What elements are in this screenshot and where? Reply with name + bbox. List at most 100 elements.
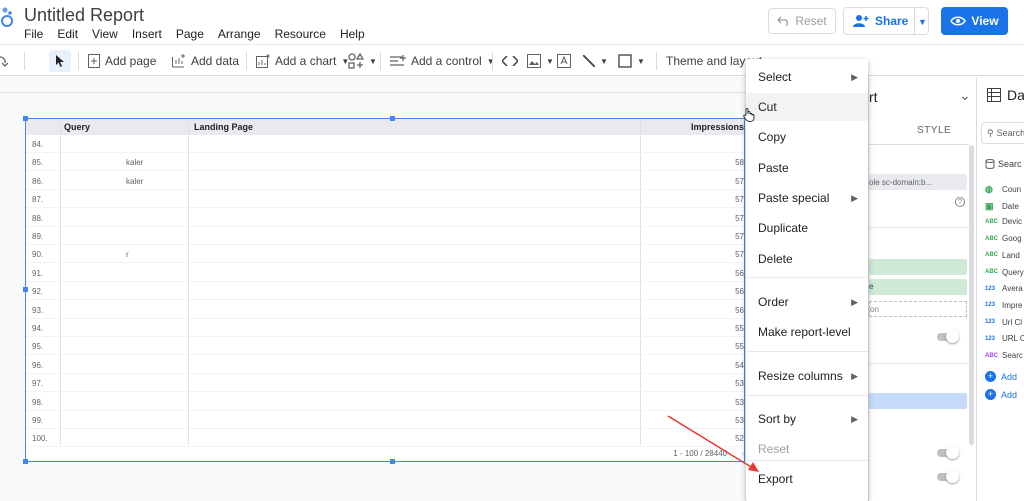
line-button[interactable]: ▼ (583, 50, 608, 72)
menu-item-copy[interactable]: Copy (746, 123, 868, 151)
resize-handle[interactable] (23, 116, 28, 121)
menu-resource[interactable]: Resource (275, 27, 326, 41)
add-field-button[interactable]: + Add (985, 371, 1017, 382)
data-source-row[interactable]: Searc (985, 159, 1022, 169)
chevron-left-icon[interactable]: ‹ (741, 449, 744, 458)
row-number: 91. (32, 268, 44, 278)
toggle-switch[interactable] (937, 446, 959, 459)
table-row[interactable]: 93. 56 (26, 301, 744, 319)
menu-item-reset: Reset (746, 435, 868, 463)
menu-item-resize-columns[interactable]: Resize columns ▶ (746, 362, 868, 390)
looker-studio-logo-icon[interactable] (0, 4, 16, 30)
toggle-switch[interactable] (937, 330, 959, 343)
menu-item-paste[interactable]: Paste (746, 154, 868, 182)
menu-item-duplicate[interactable]: Duplicate (746, 214, 868, 242)
report-title[interactable]: Untitled Report (24, 5, 144, 26)
table-row[interactable]: 88. 57 (26, 209, 744, 227)
menu-file[interactable]: File (24, 27, 43, 41)
data-field-item[interactable]: ABC Land (985, 251, 1020, 260)
table-row[interactable]: 96. 54 (26, 356, 744, 374)
menu-page[interactable]: Page (176, 27, 204, 41)
menu-item-make-report-level[interactable]: Make report-level (746, 318, 868, 346)
tab-style[interactable]: STYLE (917, 125, 951, 136)
data-field-item[interactable]: ▣ Date (985, 201, 1019, 212)
table-row[interactable]: 84. (26, 135, 744, 153)
table-row[interactable]: 89. 57 (26, 227, 744, 245)
dimension-chip[interactable]: e (869, 279, 967, 295)
chevron-down-icon[interactable]: ⌄ (959, 87, 971, 104)
table-row[interactable]: 92. 56 (26, 282, 744, 301)
column-header-query[interactable]: Query (64, 122, 90, 132)
menu-item-select[interactable]: Select ▶ (746, 63, 868, 91)
data-field-item[interactable]: ABC Goog (985, 234, 1022, 243)
image-button[interactable]: ▼ (527, 50, 554, 72)
menu-arrange[interactable]: Arrange (218, 27, 261, 41)
data-field-item[interactable]: 123 Avera (985, 284, 1023, 293)
share-dropdown-caret-icon[interactable]: ▼ (918, 17, 927, 27)
text-box-button[interactable] (557, 50, 571, 72)
menu-item-sort-by[interactable]: Sort by ▶ (746, 405, 868, 433)
menu-item-label: Copy (758, 130, 787, 144)
impressions-cell: 54 (735, 360, 744, 370)
menu-view[interactable]: View (92, 27, 118, 41)
table-row[interactable]: 90. r 57 (26, 245, 744, 264)
table-row[interactable]: 99. 53 (26, 411, 744, 429)
resize-handle[interactable] (390, 459, 395, 464)
add-chart-button[interactable]: Add a chart ▼ (256, 50, 349, 72)
data-field-item[interactable]: 123 URL C (985, 334, 1024, 343)
table-row[interactable]: 95. 55 (26, 337, 744, 356)
data-source-chip[interactable]: ole sc-domain:b... (869, 174, 967, 190)
menu-item-order[interactable]: Order ▶ (746, 288, 868, 316)
resize-handle[interactable] (390, 116, 395, 121)
help-icon[interactable]: ? (955, 197, 965, 207)
menu-item-cut[interactable]: Cut (746, 93, 868, 121)
view-button[interactable]: View (941, 7, 1008, 35)
add-page-button[interactable]: Add page (88, 50, 156, 72)
menu-edit[interactable]: Edit (57, 27, 78, 41)
add-dimension-drop-zone[interactable]: on (869, 301, 967, 317)
table-row[interactable]: 85. kaler 58 (26, 153, 744, 172)
add-parameter-button[interactable]: + Add (985, 389, 1017, 400)
table-row[interactable]: 91. 56 (26, 264, 744, 282)
table-row[interactable]: 98. 53 (26, 393, 744, 411)
share-button[interactable]: Share ▼ (843, 7, 929, 35)
reset-button[interactable]: Reset (768, 8, 836, 34)
add-control-button[interactable]: Add a control ▼ (390, 50, 495, 72)
table-row[interactable]: 100. 52 (26, 429, 744, 448)
column-header-impressions[interactable]: Impressions (691, 122, 744, 132)
select-tool-button[interactable] (49, 50, 71, 72)
dimension-chip[interactable] (869, 259, 967, 275)
menu-item-label: Delete (758, 252, 793, 266)
panel-scrollbar[interactable] (969, 145, 974, 445)
menu-item-export[interactable]: Export (746, 465, 868, 493)
community-visualizations-button[interactable]: ▼ (348, 50, 377, 72)
field-search-input[interactable]: ⚲ Search (981, 122, 1024, 144)
menu-item-paste-special[interactable]: Paste special ▶ (746, 184, 868, 212)
data-field-item[interactable]: ABC Searc (985, 351, 1023, 360)
table-row[interactable]: 86. kaler 57 (26, 172, 744, 190)
shape-button[interactable]: ▼ (618, 50, 645, 72)
data-field-item[interactable]: ◍ Coun (985, 184, 1021, 195)
table-row[interactable]: 94. 55 (26, 319, 744, 337)
resize-handle[interactable] (23, 287, 28, 292)
column-header-landing-page[interactable]: Landing Page (194, 122, 253, 132)
chevron-right-icon: ▶ (851, 193, 858, 203)
toggle-switch[interactable] (937, 470, 959, 483)
data-field-item[interactable]: 123 Url Cl (985, 318, 1022, 327)
menu-item-delete[interactable]: Delete (746, 245, 868, 273)
data-field-item[interactable]: ABC Devic (985, 217, 1022, 226)
data-field-item[interactable]: ABC Query (985, 268, 1024, 277)
table-chart[interactable]: Query Landing Page Impressions 84. 85. kal… (23, 116, 745, 464)
metric-chip[interactable] (869, 393, 967, 409)
menu-help[interactable]: Help (340, 27, 365, 41)
resize-handle[interactable] (23, 459, 28, 464)
menu-insert[interactable]: Insert (132, 27, 162, 41)
table-row[interactable]: 87. 57 (26, 190, 744, 209)
redo-button[interactable] (0, 50, 8, 72)
embed-code-button[interactable] (502, 50, 518, 72)
table-row[interactable]: 97. 53 (26, 374, 744, 393)
menu-bar: File Edit View Insert Page Arrange Resou… (24, 27, 379, 41)
add-data-button[interactable]: Add data (172, 50, 239, 72)
data-field-item[interactable]: 123 Impre (985, 301, 1022, 310)
add-parameter-label: Add (1001, 389, 1018, 400)
